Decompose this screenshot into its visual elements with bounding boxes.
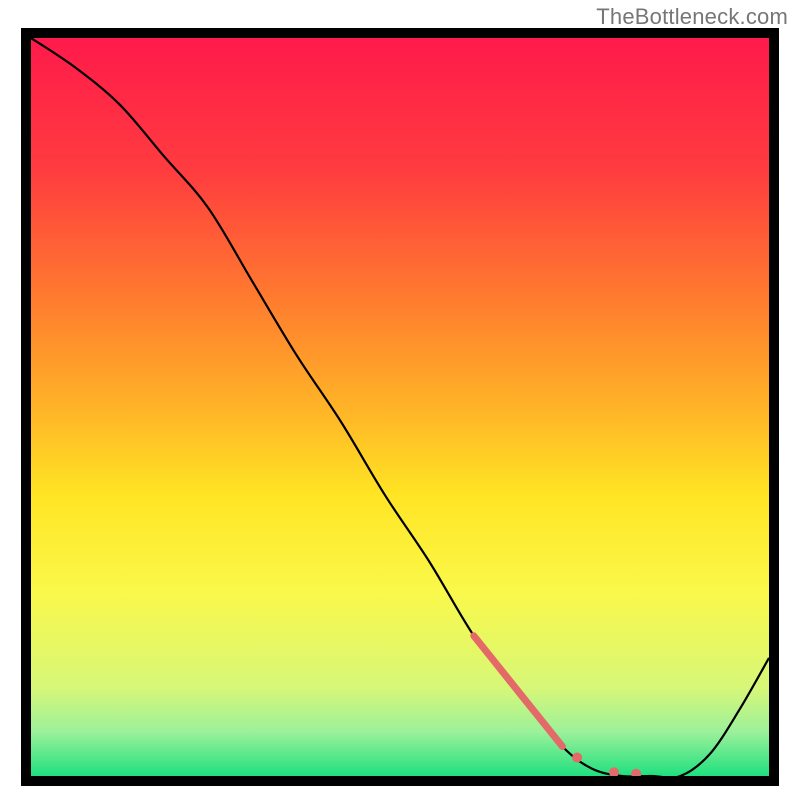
bottleneck-chart bbox=[31, 38, 769, 776]
watermark-text: TheBottleneck.com bbox=[596, 4, 788, 30]
highlight-dot bbox=[572, 753, 582, 763]
gradient-background bbox=[31, 38, 769, 776]
chart-frame bbox=[21, 28, 779, 786]
